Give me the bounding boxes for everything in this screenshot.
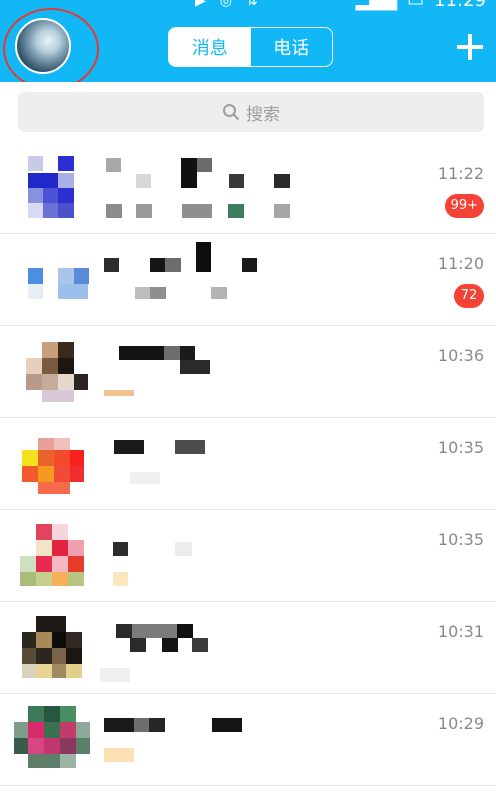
profile-avatar[interactable] [15,18,71,74]
name-mosaic [104,258,119,272]
name-mosaic [114,440,144,454]
name-mosaic [119,346,164,360]
conversation-item[interactable]: 10:36 [0,326,496,418]
conversation-item[interactable]: 11:20 72 [0,234,496,326]
name-mosaic [180,346,195,360]
name-mosaic [212,718,242,732]
message-mosaic [130,472,160,484]
conversation-item[interactable]: 11:22 99+ [0,144,496,234]
status-right: ▂▄▆ ▭ 11:29 [355,0,486,11]
name-mosaic [274,174,290,188]
play-icon: ▶ [195,0,206,9]
name-mosaic [165,258,181,272]
conversation-list: 11:22 99+ 11:20 72 10:36 10:35 10:35 10:… [0,144,496,786]
name-mosaic [104,718,134,732]
avatar [14,156,90,226]
avatar [14,522,90,592]
name-mosaic [197,158,212,172]
conversation-item[interactable]: 10:31 [0,602,496,694]
unread-badge: 72 [454,284,484,308]
message-mosaic [211,287,227,299]
name-mosaic [136,174,151,188]
message-mosaic [104,748,134,762]
name-mosaic [229,174,244,188]
message-time: 10:29 [437,714,484,733]
search-input[interactable]: 搜索 [18,92,484,132]
plus-icon [457,34,483,60]
conversation-item[interactable]: 10:35 [0,418,496,510]
avatar [14,430,90,500]
name-mosaic [149,718,165,732]
name-mosaic [150,258,165,272]
message-mosaic [228,204,244,218]
top-app-bar: ▶ ◎ ⇅ ▂▄▆ ▭ 11:29 消息 电话 [0,0,496,90]
message-time: 10:31 [437,622,484,641]
message-time: 10:35 [437,438,484,457]
signal-icon: ▂▄▆ [355,0,398,11]
message-mosaic [182,204,212,218]
name-mosaic [134,718,149,732]
message-mosaic [113,572,128,586]
name-mosaic [181,158,197,188]
unread-badge: 99+ [444,194,484,218]
message-mosaic [104,390,134,396]
name-mosaic [196,242,211,272]
name-mosaic [106,158,121,172]
alarm-icon: ◎ [219,0,232,9]
message-mosaic [136,204,152,218]
avatar [14,706,90,776]
name-mosaic [116,624,132,638]
tab-calls[interactable]: 电话 [251,28,333,66]
message-mosaic [106,204,122,218]
name-mosaic [192,638,208,652]
name-mosaic [130,638,146,652]
data-transfer-icon: ⇅ [246,0,258,9]
message-mosaic [150,287,166,299]
name-mosaic [242,258,257,272]
name-mosaic [180,360,210,374]
status-time: 11:29 [434,0,486,11]
conversation-item[interactable]: 10:29 [0,694,496,786]
message-mosaic [100,668,130,682]
name-mosaic [132,624,177,638]
search-icon [223,104,240,121]
message-mosaic [135,287,150,299]
message-time: 10:35 [437,530,484,549]
name-mosaic [177,624,193,638]
name-mosaic [162,638,178,652]
name-mosaic [175,542,192,556]
add-button[interactable] [450,27,490,67]
message-mosaic [274,204,290,218]
avatar [14,338,90,408]
tab-switcher: 消息 电话 [168,27,333,67]
battery-icon: ▭ [407,0,425,11]
conversation-item[interactable]: 10:35 [0,510,496,602]
status-icons: ▶ ◎ ⇅ [195,0,258,8]
message-time: 11:20 [437,254,484,273]
tab-messages[interactable]: 消息 [169,28,251,66]
status-bar: ▶ ◎ ⇅ ▂▄▆ ▭ 11:29 [0,0,496,14]
message-time: 10:36 [437,346,484,365]
search-placeholder: 搜索 [246,104,280,125]
name-mosaic [164,346,180,360]
name-mosaic [175,440,205,454]
avatar [14,614,90,684]
message-time: 11:22 [437,164,484,183]
name-mosaic [113,542,128,556]
avatar [14,246,90,316]
